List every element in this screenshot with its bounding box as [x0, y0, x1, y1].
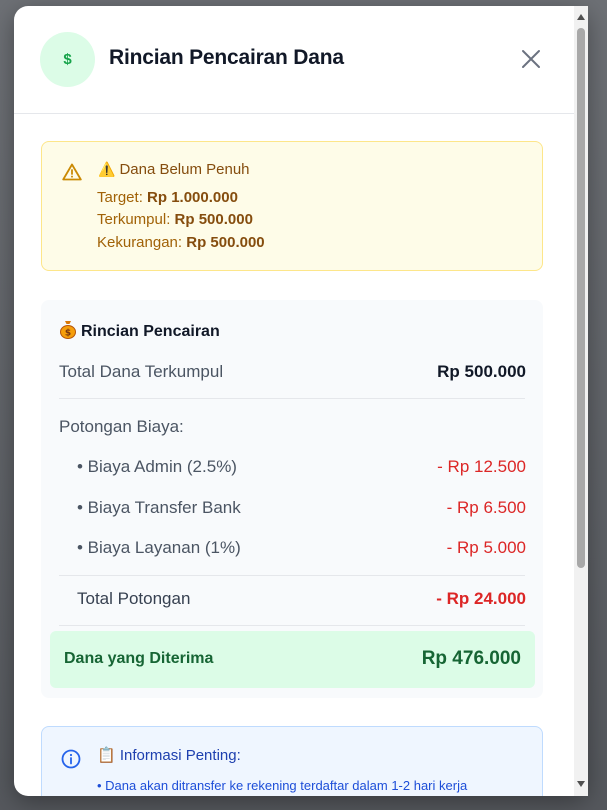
shortfall-line: Kekurangan: Rp 500.000 — [97, 234, 265, 251]
important-info-box: 📋 Informasi Penting: • Dana akan ditrans… — [41, 726, 543, 796]
scroll-up-arrow-icon[interactable] — [576, 12, 586, 22]
total-deduction-value: - Rp 24.000 — [436, 589, 526, 608]
deduction-admin-label: • Biaya Admin (2.5%) — [77, 457, 237, 476]
dollar-symbol: $ — [63, 51, 72, 68]
scroll-down-arrow-icon[interactable] — [576, 779, 586, 789]
modal-body: ⚠️ Dana Belum Penuh Target: Rp 1.000.000 … — [14, 114, 574, 796]
warning-triangle-icon — [62, 163, 82, 181]
total-collected-label: Total Dana Terkumpul — [59, 362, 224, 381]
info-circle-icon — [61, 749, 81, 769]
deduction-transfer-label: • Biaya Transfer Bank — [77, 498, 241, 517]
modal-header: $ Rincian Pencairan Dana — [14, 6, 574, 114]
clipboard-emoji-icon: 📋 — [97, 747, 116, 764]
withdrawal-details-modal: $ Rincian Pencairan Dana ⚠️ Dana Belum Pe… — [14, 6, 588, 796]
info-item: • Dana akan ditransfer ke rekening terda… — [97, 778, 468, 793]
svg-text:$: $ — [65, 329, 71, 339]
collected-value: Rp 500.000 — [174, 211, 253, 228]
close-button[interactable] — [514, 42, 548, 76]
info-title: 📋 Informasi Penting: — [97, 746, 241, 764]
amount-received-label: Dana yang Diterima — [64, 650, 214, 667]
target-value: Rp 1.000.000 — [147, 189, 238, 206]
shortfall-label: Kekurangan: — [97, 234, 183, 251]
deduction-transfer-value: - Rp 6.500 — [446, 498, 526, 517]
divider — [59, 575, 525, 576]
scrollbar-thumb[interactable] — [577, 28, 585, 568]
money-bag-icon: $ — [60, 321, 76, 339]
warning-title-text: Dana Belum Penuh — [119, 161, 250, 178]
fund-warning-alert: ⚠️ Dana Belum Penuh Target: Rp 1.000.000 … — [41, 141, 543, 271]
divider — [59, 398, 525, 399]
deduction-service-label: • Biaya Layanan (1%) — [77, 538, 241, 557]
deduction-service-value: - Rp 5.000 — [446, 538, 526, 557]
amount-received-value: Rp 476.000 — [421, 648, 521, 669]
info-title-text: Informasi Penting: — [119, 747, 241, 764]
total-collected-value: Rp 500.000 — [437, 362, 526, 381]
warning-title: ⚠️ Dana Belum Penuh — [98, 161, 250, 178]
collected-label: Terkumpul: — [97, 211, 171, 228]
divider — [59, 625, 525, 626]
target-label: Target: — [97, 189, 143, 206]
breakdown-title: $ Rincian Pencairan — [59, 319, 220, 341]
collected-line: Terkumpul: Rp 500.000 — [97, 211, 253, 228]
amount-received-row: Dana yang Diterima Rp 476.000 — [50, 631, 535, 688]
withdrawal-breakdown: $ Rincian Pencairan Total Dana Terkumpul… — [41, 300, 543, 698]
dollar-icon: $ — [40, 32, 95, 87]
deductions-label: Potongan Biaya: — [59, 417, 184, 436]
page-scrollbar[interactable] — [574, 6, 588, 796]
shortfall-value: Rp 500.000 — [186, 234, 265, 251]
target-line: Target: Rp 1.000.000 — [97, 189, 238, 206]
total-deduction-label: Total Potongan — [77, 589, 191, 608]
close-icon[interactable] — [521, 49, 541, 69]
breakdown-title-text: Rincian Pencairan — [81, 323, 220, 340]
modal-title: Rincian Pencairan Dana — [109, 46, 344, 69]
warning-emoji-icon: ⚠️ — [98, 161, 116, 177]
deduction-admin-value: - Rp 12.500 — [437, 457, 526, 476]
